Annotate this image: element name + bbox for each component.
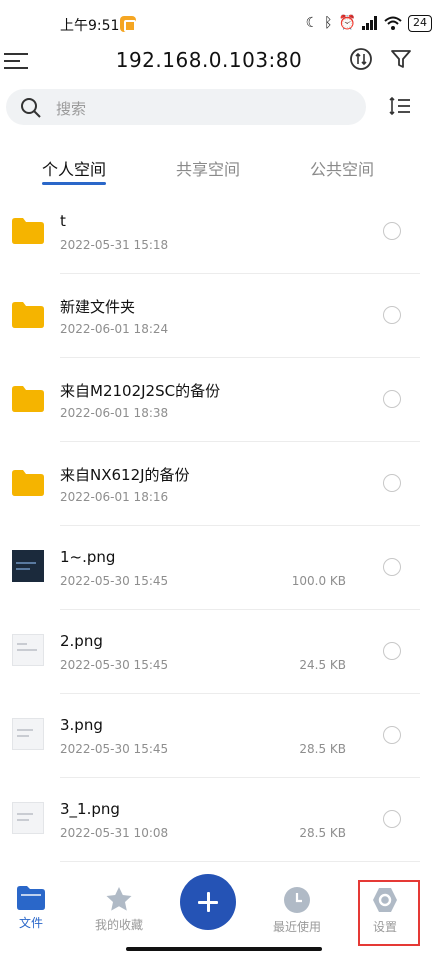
search-input[interactable]: 搜索 — [6, 89, 366, 125]
list-item[interactable]: 2.png 2022-05-30 15:45 24.5 KB — [0, 610, 420, 694]
file-name: 3_1.png — [60, 800, 120, 818]
file-name: 来自M2102J2SC的备份 — [60, 382, 221, 400]
file-name: 新建文件夹 — [60, 298, 136, 316]
nav-favorites[interactable]: 我的收藏 — [84, 886, 154, 933]
list-item[interactable]: 来自NX612J的备份 2022-06-01 18:16 — [0, 442, 420, 526]
tab-personal-space[interactable]: 个人空间 — [14, 156, 134, 180]
status-bar: 上午9:51 ☾ ᛒ ⏰ 24 — [0, 0, 448, 40]
select-checkbox[interactable] — [383, 474, 401, 492]
file-date: 2022-06-01 18:16 — [60, 490, 169, 504]
file-date: 2022-05-30 15:45 — [60, 574, 169, 588]
nav-files-label: 文件 — [18, 916, 43, 930]
search-placeholder: 搜索 — [56, 100, 87, 118]
active-tab-indicator — [42, 182, 106, 185]
star-icon — [106, 887, 132, 911]
transfer-icon[interactable] — [350, 48, 372, 70]
nav-recent[interactable]: 最近使用 — [262, 886, 332, 935]
list-item[interactable]: 新建文件夹 2022-06-01 18:24 — [0, 274, 420, 358]
nav-recent-label: 最近使用 — [272, 920, 321, 934]
image-thumbnail — [12, 634, 44, 666]
file-name: 1~.png — [60, 548, 116, 566]
file-size: 28.5 KB — [299, 826, 346, 840]
select-checkbox[interactable] — [383, 390, 401, 408]
file-date: 2022-06-01 18:24 — [60, 322, 169, 336]
file-date: 2022-05-31 10:08 — [60, 826, 169, 840]
status-icons: ☾ ᛒ ⏰ 24 — [306, 14, 432, 32]
folder-icon — [12, 470, 44, 496]
select-checkbox[interactable] — [383, 558, 401, 576]
list-item[interactable]: 3.png 2022-05-30 15:45 28.5 KB — [0, 694, 420, 778]
select-checkbox[interactable] — [383, 306, 401, 324]
select-checkbox[interactable] — [383, 810, 401, 828]
file-size: 24.5 KB — [299, 658, 346, 672]
battery-indicator: 24 — [408, 14, 432, 32]
space-tabs: 个人空间 共享空间 公共空间 — [0, 152, 420, 192]
folder-icon — [12, 302, 44, 328]
file-name: 来自NX612J的备份 — [60, 466, 190, 484]
tab-shared-space[interactable]: 共享空间 — [148, 156, 268, 180]
image-thumbnail — [12, 550, 44, 582]
select-checkbox[interactable] — [383, 642, 401, 660]
list-item[interactable]: 1~.png 2022-05-30 15:45 100.0 KB — [0, 526, 420, 610]
image-thumbnail — [12, 802, 44, 834]
select-checkbox[interactable] — [383, 222, 401, 240]
moon-icon: ☾ — [305, 15, 319, 31]
select-checkbox[interactable] — [383, 726, 401, 744]
filter-icon[interactable] — [390, 48, 412, 70]
folder-icon — [17, 886, 45, 910]
alarm-icon: ⏰ — [338, 15, 356, 31]
folder-icon — [12, 218, 44, 244]
folder-icon — [12, 386, 44, 412]
file-name: 2.png — [60, 632, 103, 650]
notification-app-icon — [120, 16, 136, 32]
list-item[interactable]: 来自M2102J2SC的备份 2022-06-01 18:38 — [0, 358, 420, 442]
search-icon — [21, 98, 41, 118]
file-size: 100.0 KB — [291, 574, 346, 588]
image-thumbnail — [12, 718, 44, 750]
divider — [60, 861, 420, 862]
signal-icon — [362, 16, 377, 30]
nav-files[interactable]: 文件 — [0, 886, 66, 931]
file-name: t — [60, 212, 66, 230]
add-button[interactable] — [180, 874, 236, 930]
file-name: 3.png — [60, 716, 103, 734]
list-item[interactable]: 3_1.png 2022-05-31 10:08 28.5 KB — [0, 778, 420, 862]
file-date: 2022-05-30 15:45 — [60, 742, 169, 756]
tab-public-space[interactable]: 公共空间 — [282, 156, 402, 180]
status-time: 上午9:51 — [60, 18, 120, 34]
file-date: 2022-05-30 15:45 — [60, 658, 169, 672]
list-item[interactable]: t 2022-05-31 15:18 — [0, 190, 420, 274]
nav-favorites-label: 我的收藏 — [94, 918, 143, 932]
wifi-icon — [384, 16, 402, 30]
file-size: 28.5 KB — [299, 742, 346, 756]
bluetooth-icon: ᛒ — [324, 15, 333, 31]
top-app-bar: 192.168.0.103:80 — [0, 40, 448, 84]
clock-icon — [284, 887, 310, 913]
sort-icon[interactable] — [388, 94, 412, 118]
file-date: 2022-06-01 18:38 — [60, 406, 169, 420]
file-date: 2022-05-31 15:18 — [60, 238, 169, 252]
home-indicator[interactable] — [126, 947, 322, 951]
settings-highlight-box — [358, 880, 420, 946]
